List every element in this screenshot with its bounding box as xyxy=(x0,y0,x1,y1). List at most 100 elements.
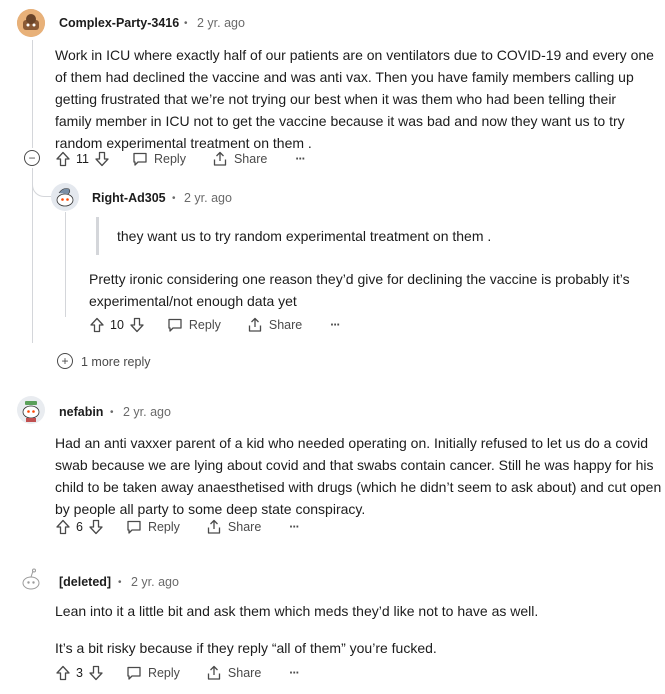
reply-button[interactable]: Reply xyxy=(126,665,180,681)
quote-text: they want us to try random experimental … xyxy=(117,228,492,244)
comment-line: swab because we are lying about covid an… xyxy=(55,457,654,473)
comment-author[interactable]: Complex-Party-3416 xyxy=(59,16,179,30)
comment-body: Pretty ironic considering one reason the… xyxy=(89,268,659,312)
thread-line[interactable] xyxy=(32,168,33,343)
share-icon xyxy=(207,519,221,534)
share-label: Share xyxy=(233,152,268,166)
thread-branch xyxy=(32,340,56,354)
share-button[interactable]: Share xyxy=(206,665,261,681)
meta-separator: • xyxy=(110,407,114,418)
reply-button[interactable]: Reply xyxy=(126,519,180,535)
reply-label: Reply xyxy=(147,666,180,680)
share-label: Share xyxy=(268,318,303,332)
comment-line: child to be taken away anaesthetised wit… xyxy=(55,479,662,495)
upvote-button[interactable] xyxy=(55,519,71,535)
comment-line: getting frustrated that we’re not trying… xyxy=(55,91,617,107)
expand-icon[interactable]: + xyxy=(57,353,73,369)
reply-label: Reply xyxy=(188,318,221,332)
comment-timestamp[interactable]: 2 yr. ago xyxy=(131,575,179,589)
quote-bar xyxy=(96,217,99,255)
comment-icon xyxy=(127,520,141,534)
overflow-button[interactable]: ··· xyxy=(289,520,299,534)
vote-score: 6 xyxy=(76,520,83,534)
downvote-icon xyxy=(89,519,103,535)
avatar xyxy=(17,566,45,594)
vote-score: 3 xyxy=(76,666,83,680)
downvote-icon xyxy=(95,151,109,167)
upvote-icon xyxy=(56,151,70,167)
comment-icon xyxy=(133,152,147,166)
thread-branch xyxy=(32,172,51,197)
meta-separator: • xyxy=(172,193,176,204)
comment-body: Had an anti vaxxer parent of a kid who n… xyxy=(55,432,663,520)
upvote-icon xyxy=(56,665,70,681)
comment-author[interactable]: nefabin xyxy=(59,405,103,419)
upvote-button[interactable] xyxy=(55,665,71,681)
share-label: Share xyxy=(227,666,262,680)
comment-actions: 11 Reply Share ··· xyxy=(55,149,306,169)
avatar[interactable] xyxy=(51,183,79,211)
share-icon xyxy=(207,665,221,680)
comment-line: of them had declined the vaccine and was… xyxy=(55,69,634,85)
comment-paragraph: Lean into it a little bit and ask them w… xyxy=(55,603,539,619)
downvote-button[interactable] xyxy=(88,665,104,681)
comment-icon xyxy=(127,666,141,680)
overflow-icon: ··· xyxy=(289,520,299,534)
share-label: Share xyxy=(227,520,262,534)
share-button[interactable]: Share xyxy=(206,519,261,535)
reply-label: Reply xyxy=(147,520,180,534)
downvote-icon xyxy=(130,317,144,333)
comment-body: Work in ICU where exactly half of our pa… xyxy=(55,44,660,154)
comment-timestamp[interactable]: 2 yr. ago xyxy=(197,16,245,30)
comment-author: [deleted] xyxy=(59,575,112,589)
comment-line: Work in ICU where exactly half of our pa… xyxy=(55,47,654,63)
comment-line: experimental/not enough data yet xyxy=(89,293,297,309)
downvote-button[interactable] xyxy=(94,151,110,167)
collapse-icon[interactable]: − xyxy=(24,150,40,166)
avatar-image xyxy=(17,396,45,424)
share-button[interactable]: Share xyxy=(212,151,267,167)
share-icon xyxy=(213,151,227,166)
comment-actions: 6 Reply Share ··· xyxy=(55,517,300,537)
share-button[interactable]: Share xyxy=(247,317,302,333)
more-replies-link[interactable]: 1 more reply xyxy=(81,355,150,369)
comment-line: Pretty ironic considering one reason the… xyxy=(89,271,630,287)
comment-line: Had an anti vaxxer parent of a kid who n… xyxy=(55,435,649,451)
meta-separator: • xyxy=(118,577,122,588)
downvote-icon xyxy=(89,665,103,681)
overflow-button[interactable]: ··· xyxy=(330,318,340,332)
vote-score: 10 xyxy=(110,318,124,332)
comment-line: family member in ICU not to get the vacc… xyxy=(55,113,625,129)
comment-actions: 10 Reply Share ··· xyxy=(89,315,341,335)
overflow-button[interactable]: ··· xyxy=(289,666,299,680)
upvote-button[interactable] xyxy=(89,317,105,333)
comment-timestamp[interactable]: 2 yr. ago xyxy=(184,191,232,205)
share-icon xyxy=(248,317,262,332)
reply-button[interactable]: Reply xyxy=(132,151,186,167)
reply-button[interactable]: Reply xyxy=(167,317,221,333)
downvote-button[interactable] xyxy=(129,317,145,333)
comment-icon xyxy=(168,318,182,332)
overflow-button[interactable]: ··· xyxy=(295,152,305,166)
overflow-icon: ··· xyxy=(295,152,305,166)
upvote-button[interactable] xyxy=(55,151,71,167)
comment-timestamp[interactable]: 2 yr. ago xyxy=(123,405,171,419)
avatar-image xyxy=(51,183,79,211)
downvote-button[interactable] xyxy=(88,519,104,535)
upvote-icon xyxy=(56,519,70,535)
comment-paragraph: It’s a bit risky because if they reply “… xyxy=(55,640,437,656)
avatar[interactable] xyxy=(17,396,45,424)
comment-body: Lean into it a little bit and ask them w… xyxy=(55,600,663,659)
meta-separator: • xyxy=(184,18,188,29)
vote-score: 11 xyxy=(76,152,89,166)
reply-label: Reply xyxy=(153,152,186,166)
overflow-icon: ··· xyxy=(289,666,299,680)
upvote-icon xyxy=(90,317,104,333)
avatar[interactable] xyxy=(17,9,45,37)
overflow-icon: ··· xyxy=(330,318,340,332)
thread-line[interactable] xyxy=(65,212,66,317)
comment-author[interactable]: Right-Ad305 xyxy=(92,191,166,205)
deleted-avatar-icon xyxy=(22,568,40,590)
avatar-image xyxy=(17,9,45,37)
thread-line[interactable] xyxy=(32,40,33,148)
